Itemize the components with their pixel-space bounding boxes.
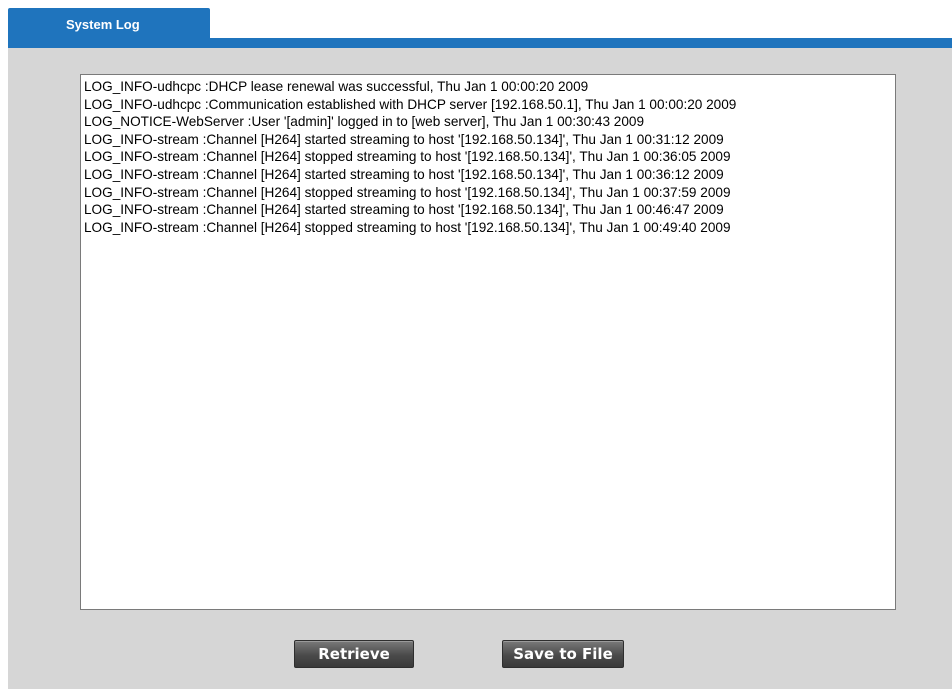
log-textarea[interactable]: LOG_INFO-udhcpc :DHCP lease renewal was … — [80, 74, 896, 610]
tab-label: System Log — [66, 17, 140, 32]
log-line: LOG_INFO-udhcpc :DHCP lease renewal was … — [84, 79, 589, 94]
log-line: LOG_INFO-stream :Channel [H264] stopped … — [84, 149, 731, 165]
header-band — [8, 38, 952, 48]
save-to-file-button[interactable]: Save to File — [502, 640, 624, 668]
log-line: LOG_INFO-stream :Channel [H264] started … — [84, 166, 724, 182]
log-line: LOG_INFO-udhcpc :Communication establish… — [84, 96, 737, 112]
log-line: LOG_INFO-stream :Channel [H264] stopped … — [84, 184, 731, 200]
tab-system-log[interactable]: System Log — [8, 8, 210, 38]
log-line: LOG_INFO-stream :Channel [H264] started … — [84, 131, 724, 147]
system-log-page: System Log LOG_INFO-udhcpc :DHCP lease r… — [0, 0, 952, 689]
retrieve-button[interactable]: Retrieve — [294, 640, 414, 668]
log-line: LOG_NOTICE-WebServer :User '[admin]' log… — [84, 114, 645, 130]
log-line: LOG_INFO-stream :Channel [H264] stopped … — [84, 219, 731, 235]
log-line: LOG_INFO-stream :Channel [H264] started … — [84, 202, 724, 218]
